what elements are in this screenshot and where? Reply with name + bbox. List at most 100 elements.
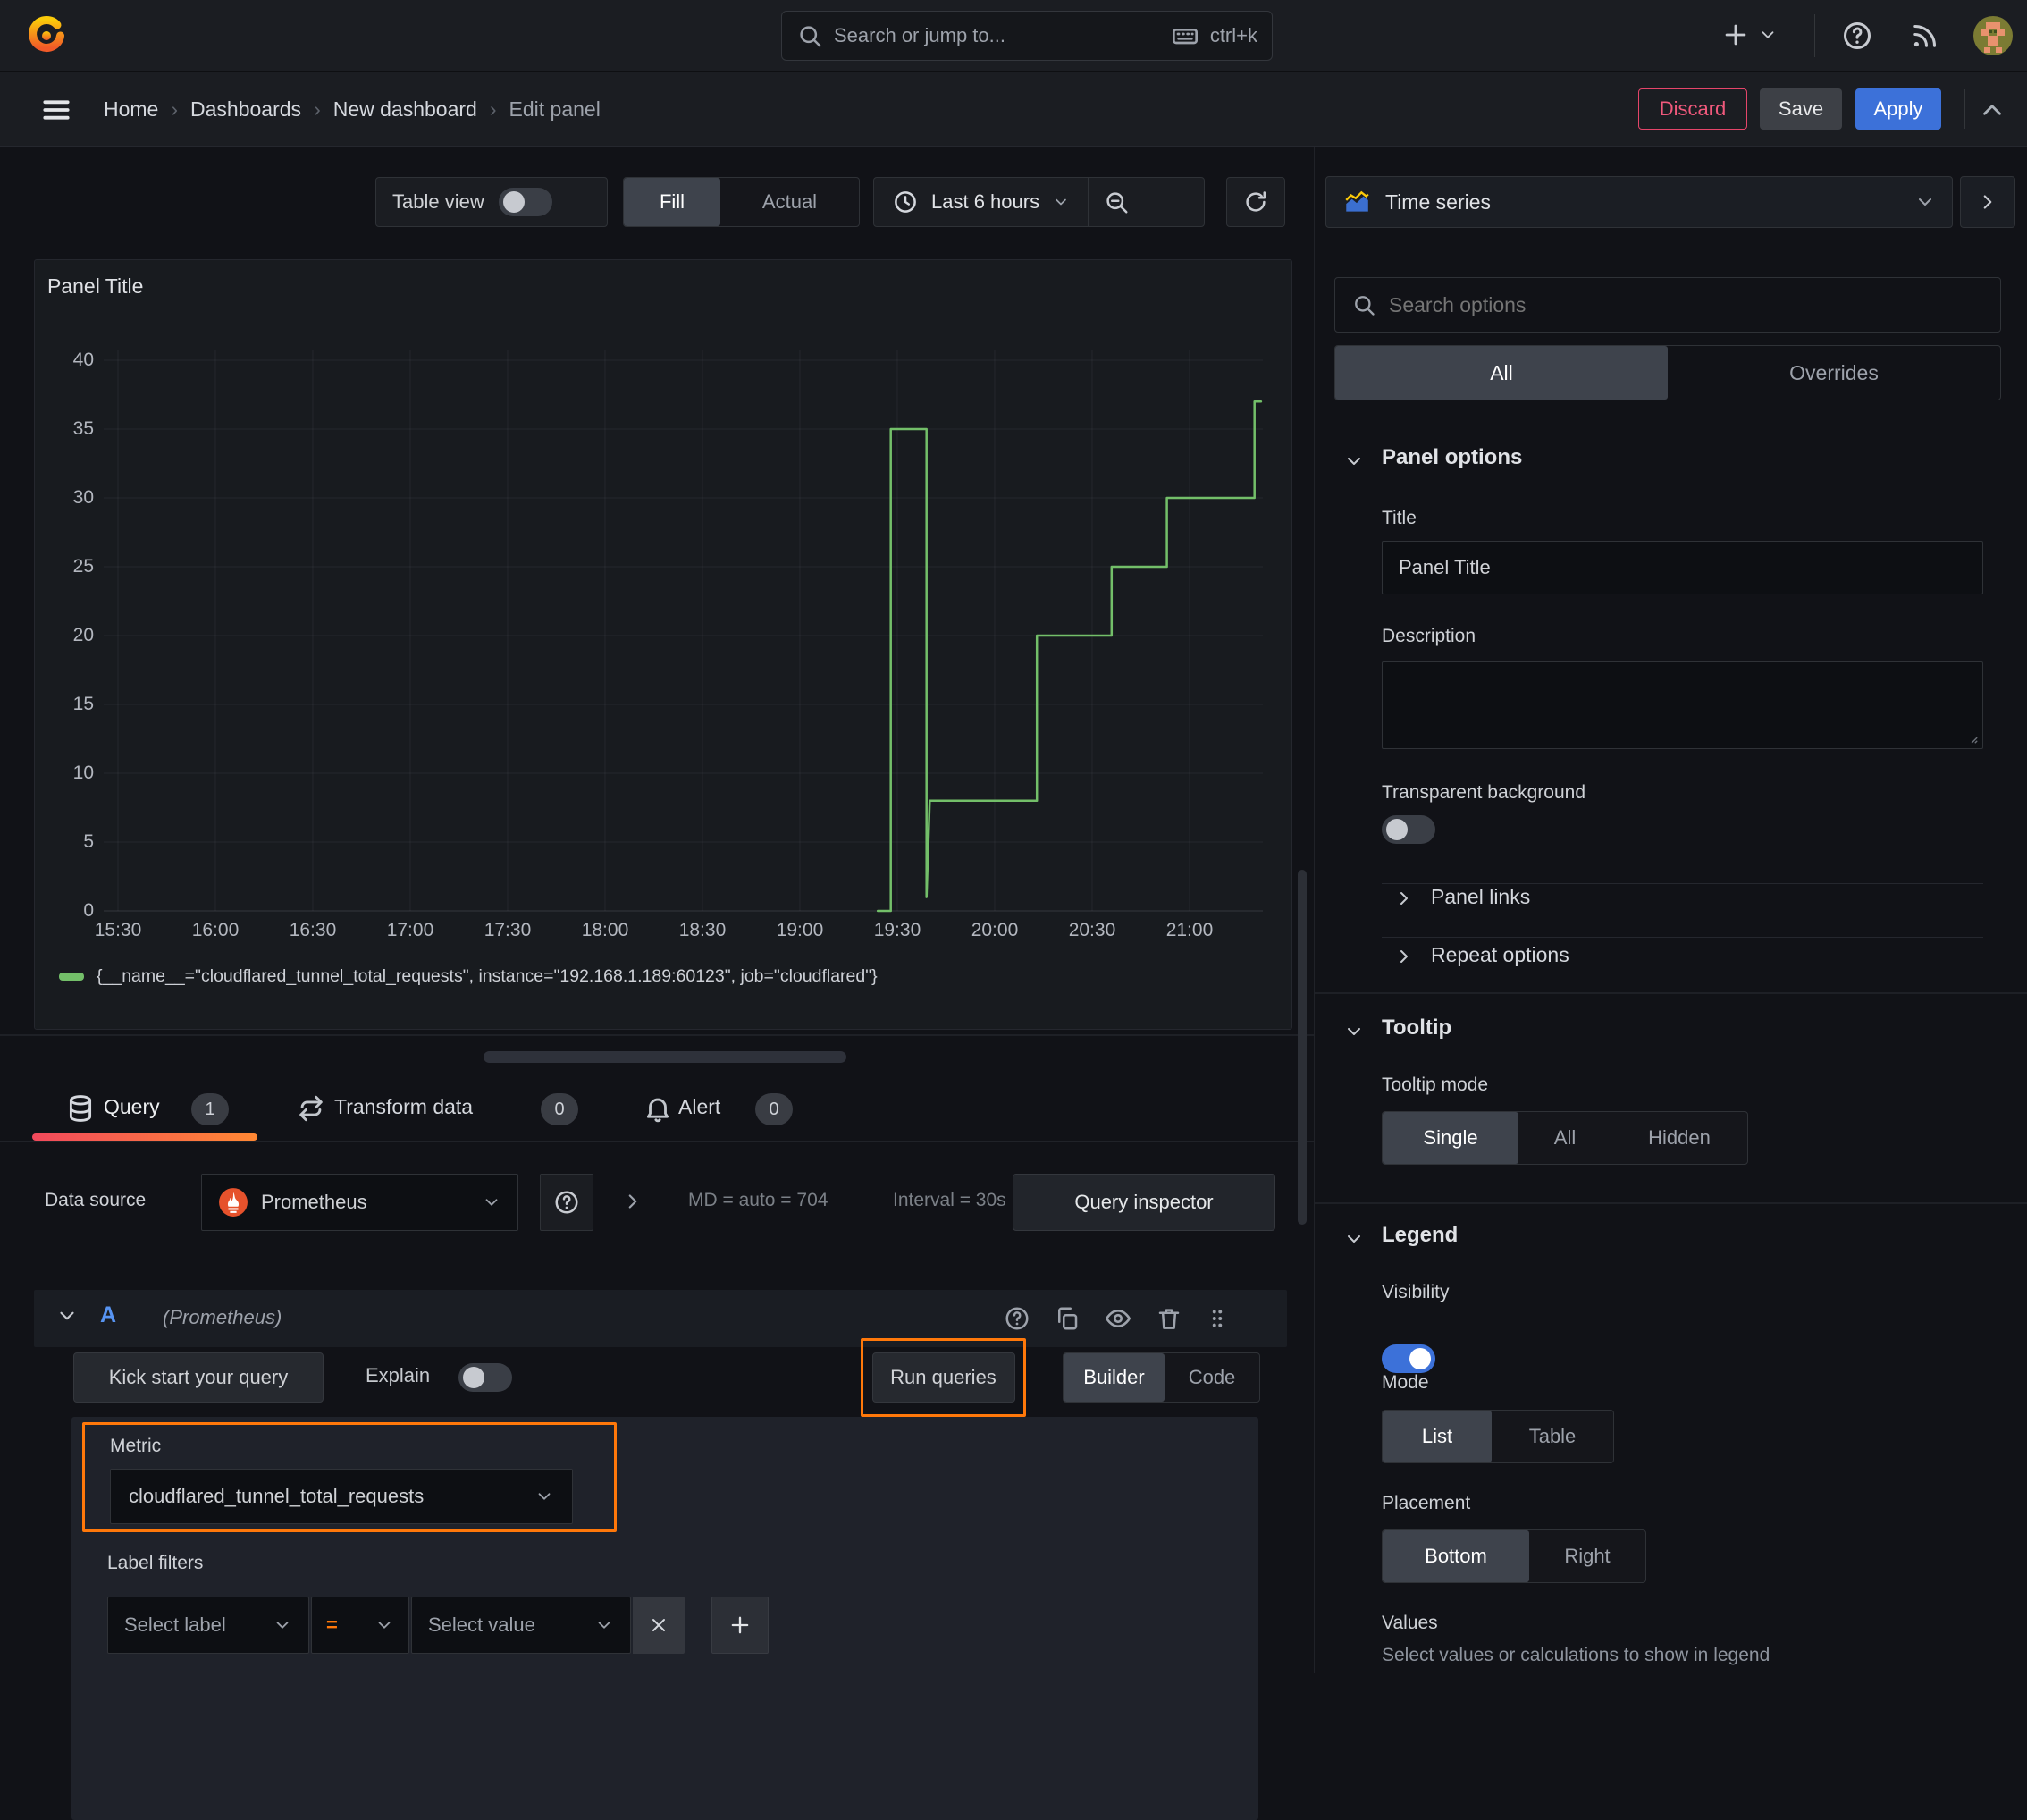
help-button[interactable] <box>1841 20 1873 52</box>
breadcrumb-home[interactable]: Home <box>104 97 158 122</box>
legend-chevron[interactable] <box>1343 1228 1365 1250</box>
datasource-help-button[interactable] <box>540 1174 593 1231</box>
nav-bar: Home › Dashboards › New dashboard › Edit… <box>0 72 2027 147</box>
tooltip-all-option[interactable]: All <box>1518 1112 1611 1164</box>
table-view-toggle[interactable] <box>498 188 552 216</box>
panel-links-chevron[interactable] <box>1393 888 1415 909</box>
navbar-divider <box>1964 89 1965 129</box>
resize-handle[interactable] <box>484 1051 846 1063</box>
duplicate-icon[interactable] <box>1054 1305 1081 1332</box>
tab-overrides[interactable]: Overrides <box>1668 346 2000 400</box>
mode-table-option[interactable]: Table <box>1492 1411 1613 1462</box>
builder-option[interactable]: Builder <box>1064 1353 1165 1402</box>
kickstart-query-button[interactable]: Kick start your query <box>73 1352 324 1403</box>
explain-toggle[interactable] <box>458 1363 512 1392</box>
add-filter-button[interactable] <box>711 1597 769 1654</box>
trash-icon[interactable] <box>1156 1305 1182 1332</box>
panel-title-input[interactable] <box>1382 541 1983 594</box>
chevron-down-icon <box>482 1192 501 1212</box>
run-queries-button[interactable]: Run queries <box>871 1352 1015 1403</box>
drag-handle-icon[interactable] <box>1206 1305 1229 1332</box>
grafana-logo-icon[interactable] <box>25 14 66 57</box>
panel-preview[interactable]: Panel Title 0 5 10 15 20 25 30 35 40 15:30 16:00 1… <box>34 259 1292 1030</box>
left-pane-scrollbar[interactable] <box>1298 870 1307 1225</box>
y-tick: 35 <box>72 418 94 439</box>
fill-option[interactable]: Fill <box>624 178 720 226</box>
collapse-query-chevron[interactable] <box>55 1304 79 1327</box>
collapse-options-button[interactable] <box>1960 176 2015 228</box>
apply-button[interactable]: Apply <box>1855 88 1941 130</box>
chevron-down-icon <box>1914 191 1936 213</box>
operator-value: = <box>326 1614 338 1636</box>
panel-options-chevron[interactable] <box>1343 451 1365 472</box>
resize-grip-icon <box>1971 737 1978 744</box>
panel-options-header[interactable]: Panel options <box>1382 445 1522 470</box>
operator-dropdown[interactable]: = <box>311 1597 409 1654</box>
time-range-button[interactable]: Last 6 hours <box>874 178 1088 226</box>
search-icon <box>1351 292 1376 317</box>
options-search-input[interactable] <box>1389 292 1984 317</box>
question-circle-icon[interactable] <box>1004 1305 1030 1332</box>
legend-swatch[interactable] <box>59 973 84 981</box>
actual-option[interactable]: Actual <box>720 178 859 226</box>
user-avatar[interactable] <box>1973 16 2013 55</box>
query-inspector-button[interactable]: Query inspector <box>1013 1174 1275 1231</box>
repeat-options-header[interactable]: Repeat options <box>1431 943 1569 967</box>
x-tick: 16:30 <box>289 920 337 940</box>
code-option[interactable]: Code <box>1165 1353 1259 1402</box>
transparent-bg-toggle[interactable] <box>1382 815 1435 844</box>
tab-query[interactable]: Query <box>104 1095 160 1119</box>
panel-links-header[interactable]: Panel links <box>1431 885 1530 909</box>
save-button[interactable]: Save <box>1760 88 1842 130</box>
max-datapoints-text: MD = auto = 704 <box>688 1190 828 1210</box>
refresh-button[interactable] <box>1226 177 1285 227</box>
legend-series-label[interactable]: {__name__="cloudflared_tunnel_total_requ… <box>97 966 878 987</box>
query-row-header[interactable]: A (Prometheus) <box>34 1290 1287 1347</box>
query-ref-id[interactable]: A <box>100 1302 116 1328</box>
section-divider <box>1382 883 1983 884</box>
description-textarea[interactable] <box>1382 661 1983 749</box>
datasource-select[interactable]: Prometheus <box>201 1174 518 1231</box>
mode-list-option[interactable]: List <box>1383 1411 1492 1462</box>
options-search[interactable] <box>1334 277 2001 333</box>
tooltip-hidden-option[interactable]: Hidden <box>1611 1112 1747 1164</box>
eye-icon[interactable] <box>1104 1304 1132 1333</box>
collapse-header-button[interactable] <box>1977 95 2007 125</box>
x-tick: 16:00 <box>191 920 240 940</box>
tab-alert[interactable]: Alert <box>678 1095 720 1119</box>
search-input[interactable] <box>834 24 1160 47</box>
tooltip-header[interactable]: Tooltip <box>1382 1015 1451 1041</box>
legend-header[interactable]: Legend <box>1382 1223 1458 1248</box>
tooltip-single-option[interactable]: Single <box>1383 1112 1518 1164</box>
placement-label: Placement <box>1382 1493 1471 1513</box>
discard-button[interactable]: Discard <box>1638 88 1747 130</box>
select-label-dropdown[interactable]: Select label <box>107 1597 309 1654</box>
y-tick: 15 <box>72 694 94 714</box>
new-menu-button[interactable] <box>1720 20 1778 50</box>
zoom-out-button[interactable] <box>1089 178 1144 226</box>
select-value-dropdown[interactable]: Select value <box>411 1597 631 1654</box>
breadcrumb-separator: › <box>489 97 497 121</box>
repeat-options-chevron[interactable] <box>1393 946 1415 967</box>
tab-all[interactable]: All <box>1335 346 1668 400</box>
global-search[interactable]: ctrl+k <box>781 11 1273 61</box>
metric-select[interactable]: cloudflared_tunnel_total_requests <box>110 1469 573 1524</box>
tab-transform[interactable]: Transform data <box>334 1095 473 1119</box>
breadcrumb-dashboards[interactable]: Dashboards <box>190 97 301 122</box>
chevron-down-icon <box>594 1615 614 1635</box>
breadcrumb-new-dashboard[interactable]: New dashboard <box>333 97 477 122</box>
visualization-select[interactable]: Time series <box>1325 176 1953 228</box>
placement-right-option[interactable]: Right <box>1529 1530 1645 1582</box>
chevron-right-icon <box>628 1194 637 1209</box>
tooltip-chevron[interactable] <box>1343 1021 1365 1042</box>
remove-filter-button[interactable] <box>633 1597 685 1654</box>
expand-stats-chevron[interactable] <box>621 1190 644 1213</box>
placement-bottom-option[interactable]: Bottom <box>1383 1530 1529 1582</box>
news-rss-button[interactable] <box>1909 20 1941 52</box>
visibility-toggle[interactable] <box>1382 1344 1435 1373</box>
time-series-chart[interactable] <box>35 260 1293 1031</box>
category-divider <box>1315 992 2027 994</box>
edit-panel-left-pane: Table view Fill Actual Last 6 hours Pane… <box>0 147 1314 1820</box>
chevron-right-icon <box>1400 950 1408 963</box>
menu-toggle-button[interactable] <box>39 93 73 127</box>
